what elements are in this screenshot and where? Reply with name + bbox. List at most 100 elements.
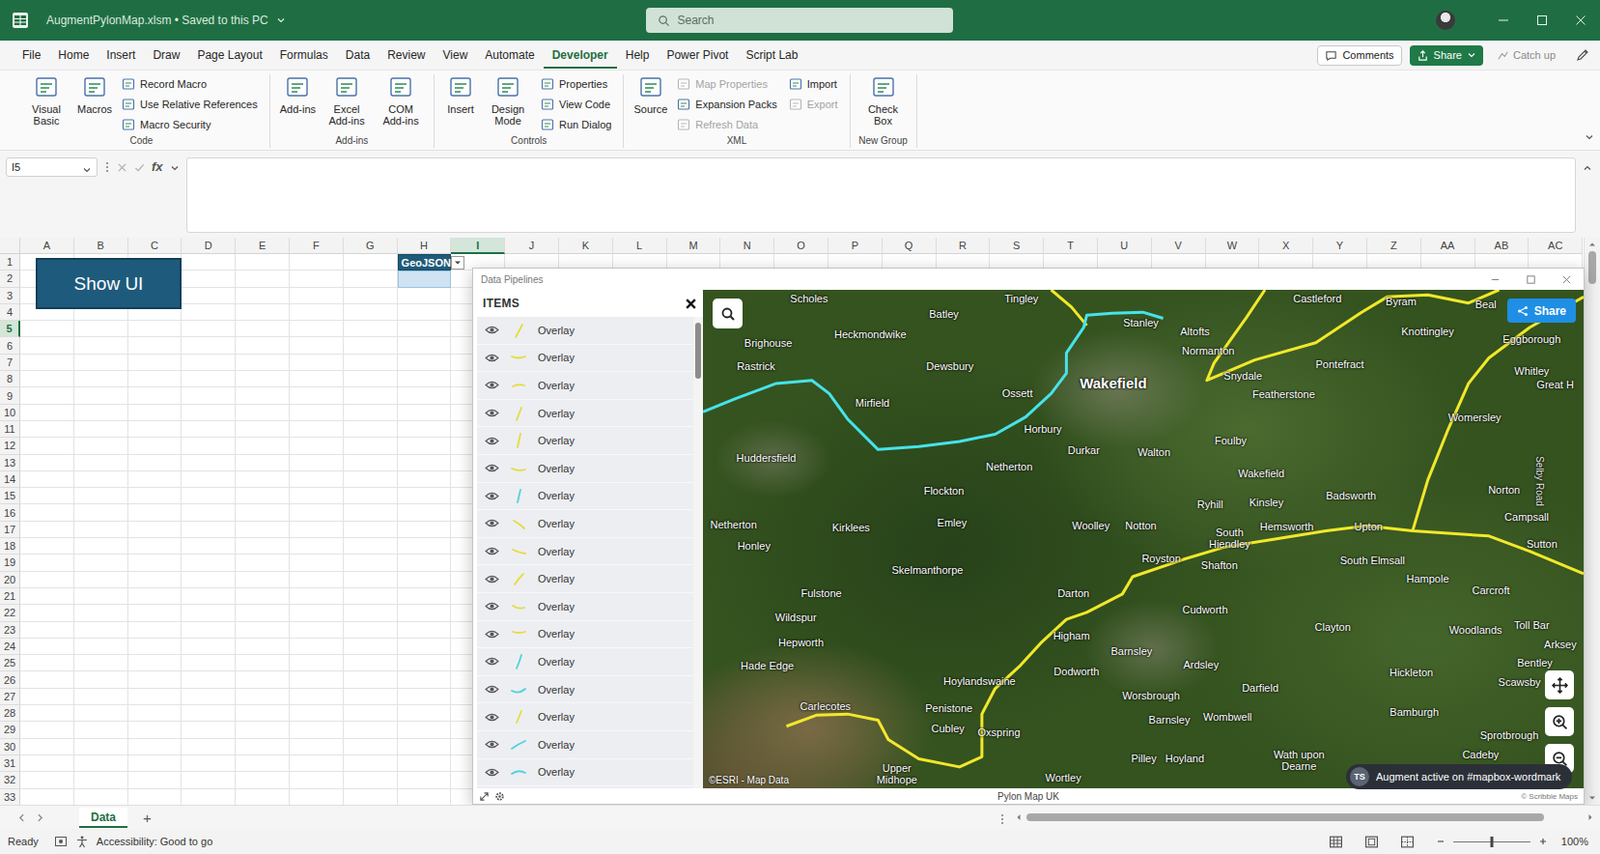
row-header[interactable]: 17 [0, 521, 21, 538]
eye-icon[interactable] [484, 683, 500, 695]
cell[interactable] [20, 638, 75, 655]
row-header[interactable]: 4 [0, 304, 21, 321]
ribbon-button[interactable]: Macros [75, 74, 114, 115]
cell[interactable] [20, 454, 75, 472]
column-header[interactable]: D [181, 237, 236, 254]
row-header[interactable]: 29 [0, 721, 21, 738]
column-header[interactable]: A [20, 237, 75, 254]
ribbon-button[interactable]: Check Box [858, 74, 909, 127]
cell[interactable] [343, 270, 398, 287]
cell[interactable] [343, 638, 398, 655]
cell[interactable] [128, 320, 183, 337]
ribbon-button[interactable]: Insert [442, 74, 479, 115]
eye-icon[interactable] [484, 490, 500, 502]
cell[interactable] [181, 471, 236, 488]
cell[interactable] [181, 571, 236, 589]
cell[interactable] [20, 471, 75, 488]
menu-tab[interactable]: Developer [543, 42, 618, 69]
cell[interactable] [128, 688, 183, 705]
cell[interactable] [74, 437, 129, 454]
cell[interactable] [128, 370, 183, 388]
overlay-item[interactable]: Overlay [477, 316, 694, 345]
add-sheet-button[interactable]: + [137, 809, 158, 826]
cell[interactable] [397, 387, 452, 404]
cell[interactable] [343, 387, 398, 404]
cell[interactable] [181, 437, 236, 454]
cell[interactable] [20, 621, 75, 639]
cell[interactable] [343, 320, 398, 337]
cell[interactable] [343, 421, 398, 438]
eye-icon[interactable] [484, 435, 500, 447]
cell[interactable] [181, 688, 236, 705]
cell[interactable] [20, 487, 75, 505]
cell[interactable] [181, 287, 236, 305]
cell[interactable] [181, 621, 236, 639]
cell[interactable] [181, 421, 236, 438]
cell[interactable] [20, 771, 75, 788]
cell[interactable] [235, 270, 290, 287]
cell[interactable] [74, 604, 129, 621]
cell[interactable] [235, 688, 290, 705]
cell[interactable] [397, 471, 452, 488]
cell[interactable] [181, 387, 236, 404]
map-view[interactable]: ScholesTingleyCastlefordByramBealBatleyH… [702, 289, 1584, 788]
cell[interactable] [289, 554, 344, 571]
cell[interactable] [397, 588, 452, 605]
cell[interactable] [74, 771, 129, 788]
cell[interactable] [289, 487, 344, 505]
eye-icon[interactable] [484, 628, 500, 640]
normal-view-icon[interactable] [1328, 834, 1344, 849]
cell[interactable] [181, 454, 236, 472]
cell[interactable] [235, 336, 290, 354]
cell[interactable] [397, 688, 452, 705]
cell[interactable] [397, 671, 452, 688]
cell[interactable] [343, 487, 398, 505]
eye-icon[interactable] [484, 738, 500, 750]
eye-icon[interactable] [484, 517, 500, 529]
cell[interactable] [74, 504, 129, 521]
cell[interactable] [397, 621, 452, 639]
cell[interactable] [343, 454, 398, 472]
cell[interactable] [343, 654, 398, 672]
scroll-left-icon[interactable] [1014, 813, 1023, 821]
cell[interactable] [128, 755, 183, 772]
overlay-item[interactable]: Overlay [477, 509, 694, 538]
column-header[interactable]: H [397, 237, 452, 254]
row-header[interactable]: 23 [0, 621, 21, 639]
column-header[interactable]: T [1043, 237, 1098, 254]
overlay-item[interactable]: Overlay [477, 537, 694, 566]
cell[interactable] [181, 704, 236, 722]
cell[interactable] [20, 788, 75, 806]
scroll-down-icon[interactable] [1588, 793, 1597, 802]
cell[interactable] [289, 253, 344, 271]
cell[interactable] [128, 638, 183, 655]
ribbon-small-button[interactable]: Export [788, 94, 839, 113]
column-header[interactable]: L [613, 237, 668, 254]
cell[interactable] [397, 638, 452, 655]
row-header[interactable]: 1 [0, 253, 21, 271]
column-header[interactable]: I [450, 237, 506, 254]
cell[interactable] [397, 604, 452, 621]
cell[interactable] [289, 287, 344, 305]
cell[interactable] [397, 537, 452, 555]
cell[interactable] [289, 704, 344, 722]
cell[interactable] [74, 738, 129, 756]
close-icon[interactable] [1574, 14, 1587, 27]
cell[interactable] [397, 421, 452, 438]
cell[interactable] [397, 521, 452, 538]
row-header[interactable]: 18 [0, 537, 21, 555]
column-header[interactable]: C [128, 237, 183, 254]
ribbon-button[interactable]: Source [631, 74, 670, 115]
cell[interactable] [397, 487, 452, 505]
cell[interactable] [343, 788, 398, 806]
cell[interactable] [74, 638, 129, 655]
cell[interactable] [74, 320, 129, 337]
cell[interactable] [397, 571, 452, 589]
overlay-item[interactable]: Overlay [477, 426, 694, 455]
cell[interactable] [74, 554, 129, 571]
column-header[interactable]: F [289, 237, 344, 254]
cell[interactable] [235, 287, 290, 305]
cell[interactable] [20, 336, 75, 354]
cell[interactable] [343, 336, 398, 354]
cell[interactable] [235, 721, 290, 738]
